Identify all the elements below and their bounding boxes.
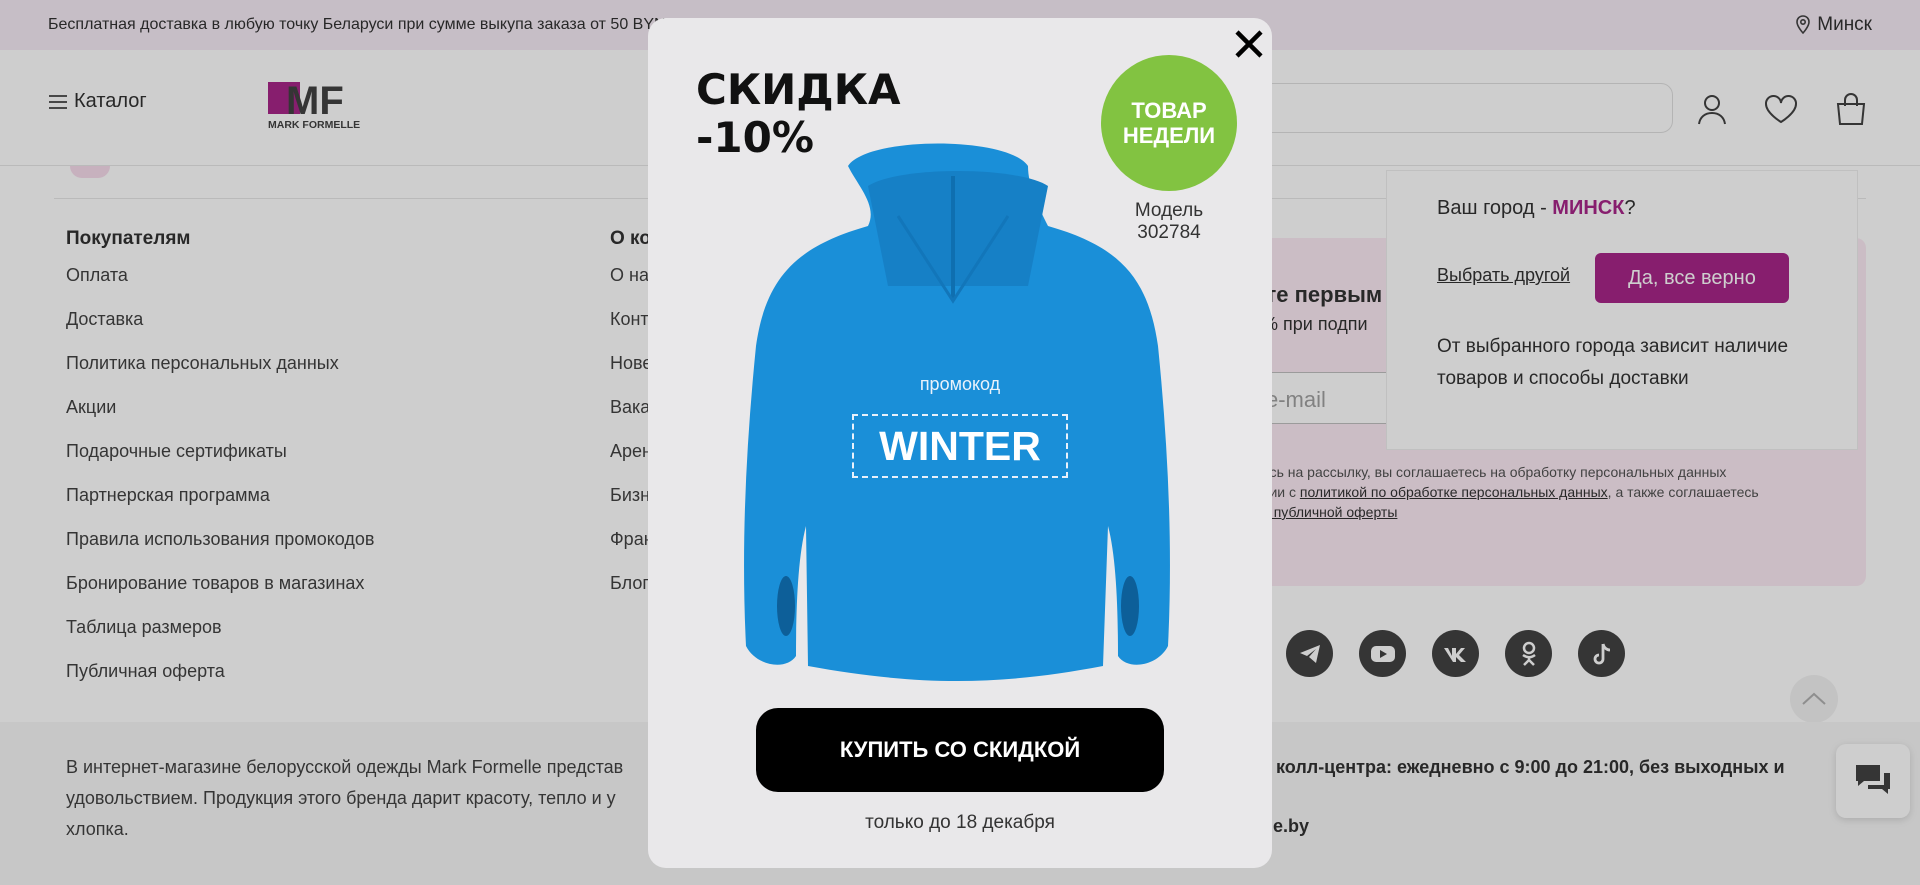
promo-label: промокод <box>919 374 1001 394</box>
model-label: Модель <box>1134 200 1204 221</box>
buy-with-discount-button[interactable]: КУПИТЬ СО СКИДКОЙ <box>756 708 1164 792</box>
modal-title-line1: СКИДКА <box>696 65 901 114</box>
badge-line1: ТОВАР <box>1131 98 1207 123</box>
close-icon <box>1235 30 1263 58</box>
close-button[interactable] <box>1229 24 1269 64</box>
week-product-badge: ТОВАР НЕДЕЛИ <box>1101 55 1237 191</box>
offer-deadline: только до 18 декабря <box>865 812 1055 833</box>
promo-modal: СКИДКА -10% ТОВАР НЕДЕЛИ Модель 302784 п… <box>648 18 1272 868</box>
model-number: 302784 <box>1137 222 1201 243</box>
promo-code: WINTER <box>852 414 1068 478</box>
model-info: Модель 302784 <box>1092 200 1246 244</box>
badge-line2: НЕДЕЛИ <box>1122 123 1216 148</box>
